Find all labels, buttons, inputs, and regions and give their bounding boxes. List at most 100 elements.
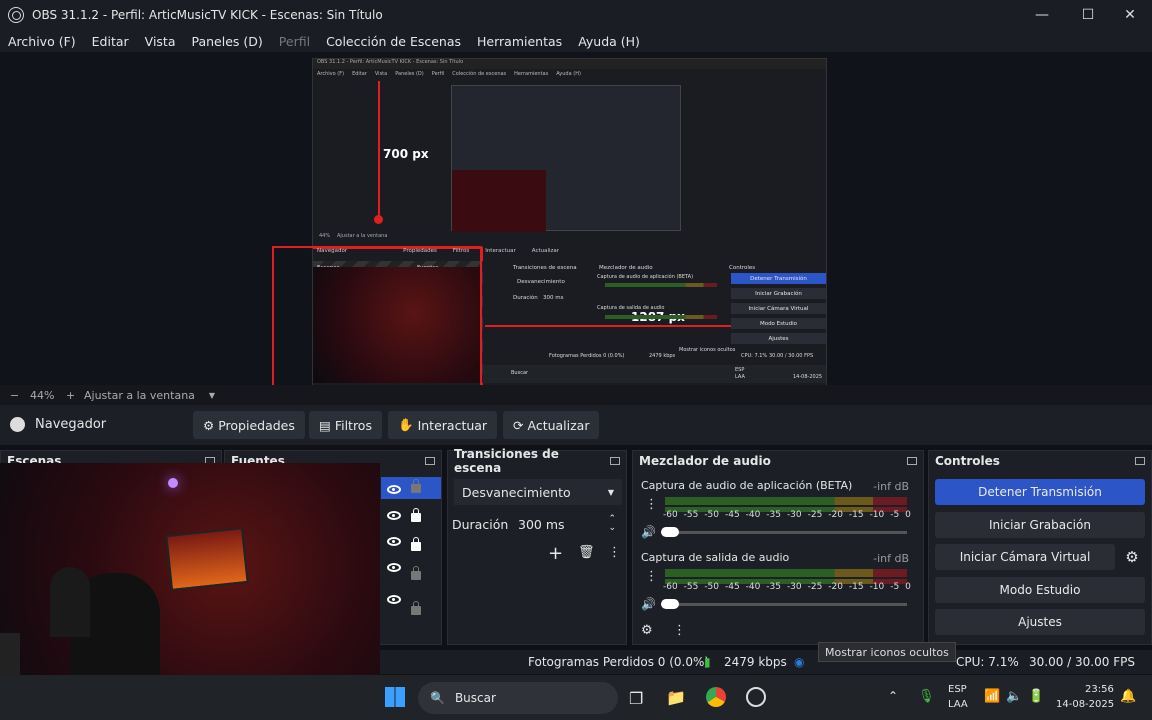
inner-nav-item: Actualizar (531, 248, 560, 254)
duration-spinbox[interactable]: 300 ms ⌃ ⌄ (512, 511, 622, 537)
menu-paneles[interactable]: Paneles (D) (184, 34, 271, 49)
scale-tick: -30 (786, 510, 802, 520)
audio-channel: Captura de salida de audio -inf dB ⋮ -60… (633, 547, 917, 615)
refresh-label: Actualizar (527, 417, 590, 433)
lock-icon[interactable] (411, 537, 421, 551)
start-virtual-camera-button[interactable]: Iniciar Cámara Virtual (935, 544, 1115, 570)
spin-arrows-icon[interactable]: ⌃ ⌄ (608, 515, 616, 533)
fps: 30.00 / 30.00 FPS (1029, 655, 1135, 669)
close-button[interactable]: ✕ (1108, 0, 1152, 30)
scale-tick: 0 (905, 510, 911, 520)
interact-button[interactable]: ✋ Interactuar (388, 411, 498, 439)
red-handle[interactable] (374, 215, 383, 224)
scale-tick: -5 (890, 510, 900, 520)
more-icon[interactable]: ⋮ (645, 497, 658, 512)
wifi-icon[interactable]: 📶 (984, 689, 1000, 704)
speaker-icon[interactable]: 🔊 (641, 597, 656, 611)
menu-perfil[interactable]: Perfil (271, 34, 318, 49)
file-explorer-icon[interactable]: 📁 (666, 688, 686, 707)
menu-bar: Archivo (F) Editar Vista Paneles (D) Per… (0, 30, 1152, 52)
refresh-button[interactable]: ⟳ Actualizar (503, 411, 600, 439)
volume-slider-handle[interactable] (661, 527, 679, 537)
chevron-down-icon[interactable]: ▼ (209, 391, 215, 400)
windows-start-icon[interactable] (385, 687, 405, 707)
undock-icon[interactable] (1135, 457, 1145, 465)
transition-value: Desvanecimiento (462, 484, 571, 500)
transition-select[interactable]: Desvanecimiento ▼ (454, 479, 622, 505)
menu-vista[interactable]: Vista (137, 34, 184, 49)
scale-tick: -40 (745, 582, 761, 592)
lock-icon[interactable] (411, 566, 421, 580)
speaker-icon[interactable]: 🔊 (641, 525, 656, 539)
microphone-icon[interactable]: 🎙 (918, 689, 935, 704)
scale-tick: -60 (663, 510, 678, 520)
mixer-settings-icon[interactable]: ⚙ (641, 623, 653, 638)
language-indicator-2[interactable]: LAA (948, 699, 968, 710)
taskbar-search[interactable]: 🔍 Buscar (418, 682, 618, 714)
properties-button[interactable]: ⚙ Propiedades (193, 411, 305, 439)
menu-editar[interactable]: Editar (84, 34, 137, 49)
eye-icon[interactable] (387, 563, 401, 572)
add-icon[interactable]: + (548, 543, 563, 564)
inner-lang2: LAA (735, 374, 745, 380)
settings-button[interactable]: Ajustes (935, 609, 1145, 635)
undock-icon[interactable] (907, 457, 917, 465)
chevron-down-icon: ▼ (607, 487, 614, 497)
stop-streaming-button[interactable]: Detener Transmisión (935, 479, 1145, 505)
red-guide-vertical (378, 81, 380, 219)
more-icon[interactable]: ⋮ (673, 623, 686, 638)
menu-ayuda[interactable]: Ayuda (H) (570, 34, 648, 49)
volume-slider[interactable] (661, 531, 907, 534)
volume-slider[interactable] (661, 603, 907, 606)
studio-mode-button[interactable]: Modo Estudio (935, 577, 1145, 603)
inner-menu-item: Ayuda (H) (556, 71, 581, 77)
scale-tick: -5 (890, 582, 900, 592)
volume-icon[interactable]: 🔈 (1006, 689, 1022, 704)
start-recording-button[interactable]: Iniciar Grabación (935, 512, 1145, 538)
chrome-icon[interactable] (706, 687, 726, 707)
volume-slider-handle[interactable] (661, 599, 679, 609)
zoom-in-button[interactable]: + (66, 389, 84, 402)
eye-icon[interactable] (387, 595, 401, 604)
battery-icon[interactable]: 🔋 (1028, 689, 1044, 704)
more-icon[interactable]: ⋮ (645, 569, 658, 584)
inner-dock-title: Mezclador de audio (599, 265, 653, 271)
menu-herramientas[interactable]: Herramientas (469, 34, 570, 49)
scale-tick: -55 (683, 582, 699, 592)
scale-tick: -15 (848, 582, 864, 592)
obs-taskbar-icon[interactable] (746, 687, 766, 707)
nested-preview (451, 85, 681, 232)
navigator-bar: Navegador ⚙ Propiedades ▤ Filtros ✋ Interac… (0, 405, 1152, 445)
eye-icon[interactable] (387, 511, 401, 520)
zoom-bar: − 44% + Ajustar a la ventana ▼ (0, 385, 1152, 405)
undock-icon[interactable] (425, 457, 435, 465)
inner-menu-item: Vista (374, 71, 388, 77)
minimize-button[interactable]: — (1020, 0, 1064, 30)
inner-title: OBS 31.1.2 - Perfil: ArticMusicTV KICK -… (313, 59, 826, 69)
fit-to-window[interactable]: Ajustar a la ventana (84, 389, 195, 402)
more-icon[interactable]: ⋮ (608, 545, 621, 560)
chevron-up-icon[interactable]: ⌃ (888, 689, 898, 703)
notification-icon[interactable]: 🔔 (1120, 689, 1136, 704)
language-indicator[interactable]: ESP (948, 684, 967, 695)
selection-box[interactable] (272, 246, 482, 386)
menu-coleccion-escenas[interactable]: Colección de Escenas (318, 34, 469, 49)
eye-icon[interactable] (387, 537, 401, 546)
zoom-out-button[interactable]: − (10, 389, 30, 402)
filters-button[interactable]: ▤ Filtros (309, 411, 382, 439)
clock-date[interactable]: 14-08-2025 (1056, 699, 1114, 710)
clock-time[interactable]: 23:56 (1085, 684, 1114, 695)
lock-icon[interactable] (411, 508, 421, 522)
scale-tick: -45 (724, 510, 740, 520)
menu-archivo[interactable]: Archivo (F) (0, 34, 84, 49)
lock-icon[interactable] (411, 601, 421, 615)
task-view-icon[interactable]: ❐ (629, 689, 643, 708)
undock-icon[interactable] (610, 457, 620, 465)
trash-icon[interactable]: 🗑 (578, 545, 595, 560)
gear-icon[interactable]: ⚙ (1119, 544, 1145, 570)
bitrate: 2479 kbps (724, 655, 787, 669)
eye-icon[interactable] (387, 485, 401, 494)
zoom-value: 44% (30, 388, 55, 402)
maximize-button[interactable]: ☐ (1066, 0, 1110, 30)
lock-icon[interactable] (411, 479, 421, 493)
